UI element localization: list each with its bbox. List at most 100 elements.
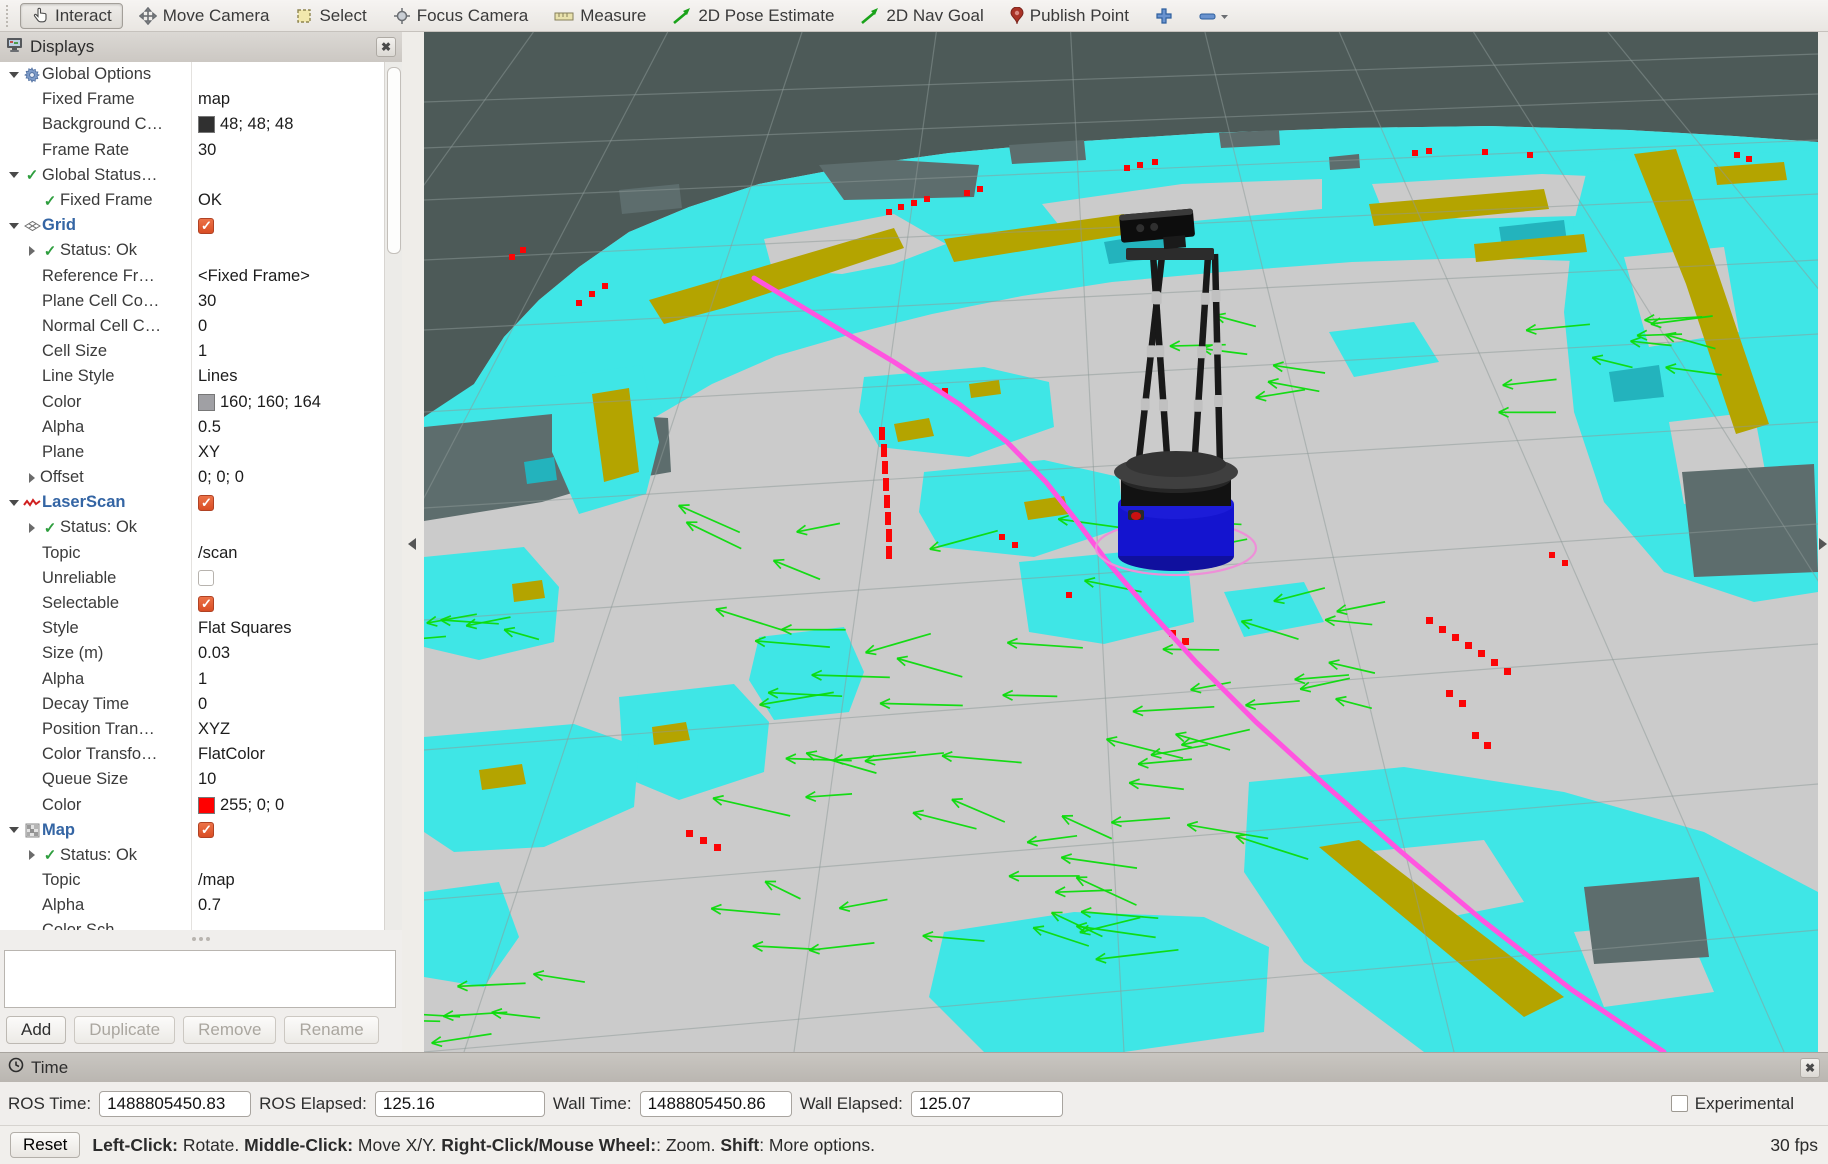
tree-row[interactable]: Normal Cell C…0: [0, 314, 384, 339]
property-value[interactable]: 48; 48; 48: [192, 115, 293, 134]
tree-row[interactable]: PlaneXY: [0, 440, 384, 465]
tree-row[interactable]: ✓Status: Ok: [0, 843, 384, 868]
tree-row[interactable]: Background C…48; 48; 48: [0, 112, 384, 137]
expander-open-icon[interactable]: [6, 172, 22, 178]
checkbox-checked-icon[interactable]: [198, 218, 214, 234]
panel-viewport-splitter[interactable]: [402, 32, 424, 1052]
property-value[interactable]: /scan: [192, 544, 237, 563]
property-value[interactable]: [192, 570, 214, 586]
tree-help-splitter[interactable]: [0, 930, 402, 948]
property-value[interactable]: 0.03: [192, 644, 230, 663]
expand-right-icon[interactable]: [1819, 538, 1827, 550]
property-value[interactable]: [192, 218, 214, 234]
tool-add-tool[interactable]: [1145, 3, 1183, 29]
toolbar-grip[interactable]: [6, 5, 14, 27]
tool-pose-estimate[interactable]: 2D Pose Estimate: [662, 3, 844, 29]
expander-open-icon[interactable]: [6, 223, 22, 229]
property-value[interactable]: 0.7: [192, 896, 221, 915]
expander-open-icon[interactable]: [6, 827, 22, 833]
tree-row[interactable]: Line StyleLines: [0, 364, 384, 389]
experimental-checkbox[interactable]: [1671, 1095, 1688, 1112]
tree-row[interactable]: Color160; 160; 164: [0, 389, 384, 414]
time-field-input[interactable]: 1488805450.83: [99, 1091, 251, 1117]
tree-row[interactable]: StyleFlat Squares: [0, 616, 384, 641]
tree-row[interactable]: ✓Fixed FrameOK: [0, 188, 384, 213]
property-value[interactable]: XY: [192, 443, 220, 462]
tree-row[interactable]: Selectable: [0, 591, 384, 616]
tree-row[interactable]: Plane Cell Co…30: [0, 289, 384, 314]
tree-row[interactable]: Position Tran…XYZ: [0, 717, 384, 742]
right-dock-strip[interactable]: [1818, 32, 1828, 1052]
tree-row[interactable]: Fixed Framemap: [0, 87, 384, 112]
property-value[interactable]: [192, 822, 214, 838]
tool-select[interactable]: Select: [285, 3, 376, 29]
tree-row[interactable]: Offset0; 0; 0: [0, 465, 384, 490]
expander-closed-icon[interactable]: [24, 523, 40, 533]
tree-row[interactable]: Topic/map: [0, 868, 384, 893]
expander-open-icon[interactable]: [6, 72, 22, 78]
property-value[interactable]: [192, 596, 214, 612]
time-field-input[interactable]: 1488805450.86: [640, 1091, 792, 1117]
tree-row[interactable]: Global Options: [0, 62, 384, 87]
tree-row[interactable]: Alpha0.7: [0, 893, 384, 918]
tree-row[interactable]: ✓Global Status…: [0, 163, 384, 188]
property-value[interactable]: [192, 495, 214, 511]
tree-row[interactable]: Map: [0, 818, 384, 843]
tool-move-camera[interactable]: Move Camera: [129, 3, 280, 29]
tree-row[interactable]: Grid: [0, 213, 384, 238]
property-value[interactable]: 0: [192, 695, 207, 714]
tree-row[interactable]: Reference Fr…<Fixed Frame>: [0, 264, 384, 289]
tree-row[interactable]: Alpha1: [0, 667, 384, 692]
time-close-icon[interactable]: ✖: [1800, 1058, 1820, 1078]
property-value[interactable]: 30: [192, 141, 216, 160]
tool-nav-goal[interactable]: 2D Nav Goal: [850, 3, 993, 29]
property-value[interactable]: map: [192, 90, 230, 109]
collapse-left-icon[interactable]: [408, 538, 416, 550]
tree-row[interactable]: Color Transfo…FlatColor: [0, 742, 384, 767]
tree-row[interactable]: Alpha0.5: [0, 415, 384, 440]
time-field-input[interactable]: 125.07: [911, 1091, 1063, 1117]
checkbox-unchecked-icon[interactable]: [198, 570, 214, 586]
tree-row[interactable]: Unreliable: [0, 566, 384, 591]
property-value[interactable]: 255; 0; 0: [192, 796, 284, 815]
tree-row[interactable]: ✓Status: Ok: [0, 238, 384, 263]
property-value[interactable]: 0.5: [192, 418, 221, 437]
property-value[interactable]: 0: [192, 317, 207, 336]
expander-closed-icon[interactable]: [24, 850, 40, 860]
expander-open-icon[interactable]: [6, 500, 22, 506]
tree-row[interactable]: Decay Time0: [0, 692, 384, 717]
reset-button[interactable]: Reset: [10, 1132, 80, 1158]
property-value[interactable]: XYZ: [192, 720, 230, 739]
checkbox-checked-icon[interactable]: [198, 495, 214, 511]
property-value[interactable]: FlatColor: [192, 745, 265, 764]
property-value[interactable]: /map: [192, 871, 235, 890]
tool-remove-tool[interactable]: [1189, 3, 1239, 29]
tool-measure[interactable]: Measure: [544, 3, 656, 29]
checkbox-checked-icon[interactable]: [198, 822, 214, 838]
property-value[interactable]: 30: [192, 292, 216, 311]
displays-close-icon[interactable]: ✖: [376, 37, 396, 57]
property-value[interactable]: Flat Squares: [192, 619, 292, 638]
tree-row[interactable]: Cell Size1: [0, 339, 384, 364]
property-value[interactable]: <Fixed Frame>: [192, 267, 310, 286]
property-value[interactable]: 10: [192, 770, 216, 789]
property-value[interactable]: 160; 160; 164: [192, 393, 321, 412]
expander-closed-icon[interactable]: [24, 246, 40, 256]
property-value[interactable]: 1: [192, 670, 207, 689]
tree-row[interactable]: LaserScan: [0, 490, 384, 515]
add-button[interactable]: Add: [6, 1016, 66, 1044]
tree-row[interactable]: ✓Status: Ok: [0, 515, 384, 540]
tree-row[interactable]: Queue Size10: [0, 767, 384, 792]
tool-interact[interactable]: Interact: [20, 3, 123, 29]
tool-publish-point[interactable]: Publish Point: [1000, 3, 1139, 29]
property-value[interactable]: 1: [192, 342, 207, 361]
property-value[interactable]: OK: [192, 191, 222, 210]
property-value[interactable]: Lines: [192, 367, 237, 386]
tree-row[interactable]: Color255; 0; 0: [0, 792, 384, 817]
displays-tree-scrollbar[interactable]: [385, 62, 402, 930]
tree-row[interactable]: Frame Rate30: [0, 138, 384, 163]
tool-focus-camera[interactable]: Focus Camera: [383, 3, 538, 29]
3d-viewport[interactable]: [424, 32, 1818, 1052]
tree-row[interactable]: Topic/scan: [0, 541, 384, 566]
expander-closed-icon[interactable]: [24, 473, 40, 483]
